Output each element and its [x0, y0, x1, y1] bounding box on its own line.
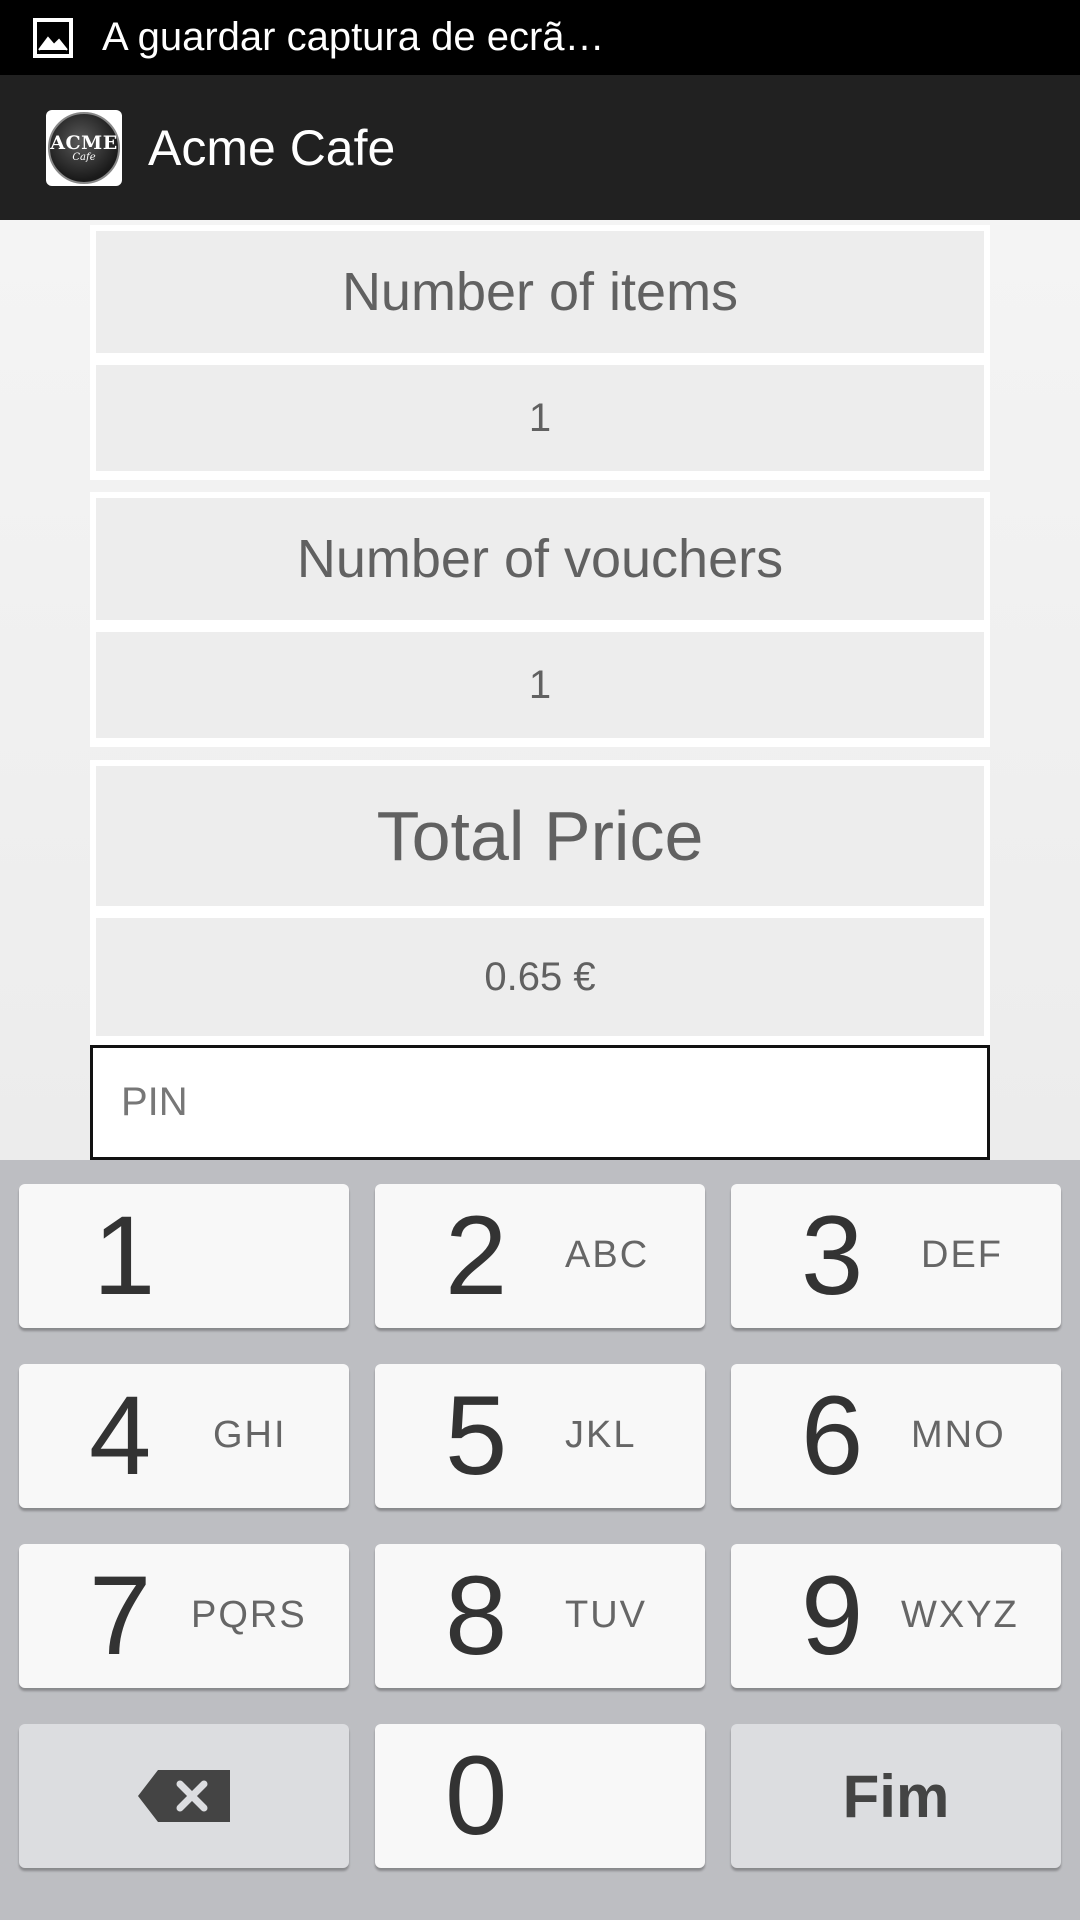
- pin-placeholder: PIN: [121, 1080, 188, 1124]
- key-8[interactable]: 8 TUV: [375, 1544, 705, 1688]
- action-bar: ACME Cafe Acme Cafe: [0, 75, 1080, 220]
- key-7[interactable]: 7 PQRS: [19, 1544, 349, 1688]
- key-0-digit: 0: [445, 1733, 508, 1858]
- key-5-letters: JKL: [565, 1414, 637, 1456]
- key-4-digit: 4: [89, 1373, 152, 1498]
- key-8-digit: 8: [445, 1553, 508, 1678]
- total-card: Total Price 0.65 €: [90, 760, 990, 1045]
- done-label: Fim: [842, 1762, 950, 1830]
- items-label: Number of items: [96, 231, 984, 353]
- key-1-digit: 1: [93, 1193, 156, 1318]
- key-6-digit: 6: [801, 1373, 864, 1498]
- key-9-digit: 9: [801, 1553, 864, 1678]
- key-4[interactable]: 4 GHI: [19, 1364, 349, 1508]
- app-title: Acme Cafe: [148, 119, 396, 176]
- key-3-letters: DEF: [921, 1234, 1003, 1276]
- logo-text: ACME: [50, 132, 118, 154]
- key-7-digit: 7: [89, 1553, 152, 1678]
- items-value[interactable]: 1: [96, 365, 984, 471]
- order-form: Number of items 1 Number of vouchers 1 T…: [0, 220, 1080, 1160]
- vouchers-card: Number of vouchers 1: [90, 492, 990, 747]
- key-4-letters: GHI: [213, 1414, 287, 1456]
- key-2-digit: 2: [445, 1193, 508, 1318]
- key-2[interactable]: 2 ABC: [375, 1184, 705, 1328]
- vouchers-label: Number of vouchers: [96, 498, 984, 620]
- notification-text: A guardar captura de ecrã…: [102, 15, 605, 59]
- key-5[interactable]: 5 JKL: [375, 1364, 705, 1508]
- items-card: Number of items 1: [90, 225, 990, 480]
- key-6-letters: MNO: [911, 1414, 1006, 1456]
- numeric-keyboard: 1 2 ABC 3 DEF 4 GHI 5 JKL 6 MNO 7 PQRS 8…: [0, 1160, 1080, 1920]
- status-bar: A guardar captura de ecrã…: [0, 0, 1080, 75]
- key-1[interactable]: 1: [19, 1184, 349, 1328]
- backspace-icon: [19, 1724, 349, 1868]
- image-icon: [32, 17, 74, 59]
- app-logo: ACME Cafe: [46, 109, 122, 186]
- key-8-letters: TUV: [565, 1594, 647, 1636]
- key-3[interactable]: 3 DEF: [731, 1184, 1061, 1328]
- key-0[interactable]: 0: [375, 1724, 705, 1868]
- pin-input[interactable]: PIN: [90, 1045, 990, 1160]
- vouchers-value[interactable]: 1: [96, 632, 984, 738]
- key-9-letters: WXYZ: [901, 1594, 1019, 1636]
- done-key[interactable]: Fim: [731, 1724, 1061, 1868]
- key-9[interactable]: 9 WXYZ: [731, 1544, 1061, 1688]
- key-5-digit: 5: [445, 1373, 508, 1498]
- key-2-letters: ABC: [565, 1234, 650, 1276]
- total-value: 0.65 €: [96, 918, 984, 1036]
- delete-key[interactable]: [19, 1724, 349, 1868]
- logo-subtext: Cafe: [72, 152, 96, 163]
- key-6[interactable]: 6 MNO: [731, 1364, 1061, 1508]
- key-3-digit: 3: [801, 1193, 864, 1318]
- key-7-letters: PQRS: [191, 1594, 307, 1636]
- total-label: Total Price: [96, 766, 984, 906]
